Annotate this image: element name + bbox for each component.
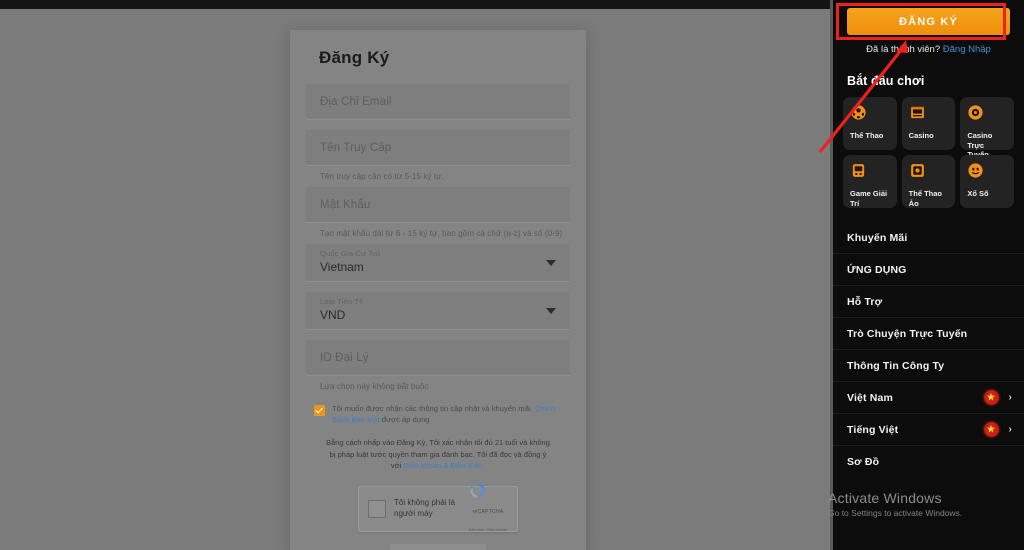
sidebar-item-so-do[interactable]: Sơ Đồ	[833, 446, 1024, 478]
password-field[interactable]: Mật Khẩu	[306, 187, 570, 223]
tile-the-thao-ao[interactable]: Thể Thao Ảo	[901, 155, 956, 208]
start-playing-heading: Bắt đầu chơi	[847, 74, 925, 88]
virtual-sports-icon	[909, 164, 926, 183]
watermark-subtitle: Go to Settings to activate Windows.	[828, 508, 963, 518]
sidebar-item-ho-tro[interactable]: Hỗ Trợ	[833, 286, 1024, 318]
sidebar-item-tro-chuyen-truc-tuyen[interactable]: Trò Chuyện Trực Tuyến	[833, 318, 1024, 350]
currency-select[interactable]: Loại Tiền Tệ VND	[306, 292, 570, 330]
agent-id-helper-text: Lựa chọn này không bắt buộc	[320, 382, 429, 391]
tile-label: Casino	[908, 131, 934, 140]
vietnam-flag-icon: ★	[983, 422, 999, 437]
chevron-right-icon[interactable]: ›	[1009, 392, 1012, 403]
agent-id-field[interactable]: ID Đại Lý	[306, 340, 570, 376]
recaptcha-checkbox[interactable]	[368, 499, 386, 518]
tile-xo-so[interactable]: Xổ Số	[960, 155, 1014, 208]
region-controls: ★ ›	[983, 390, 1012, 405]
menu-item-label: Hỗ Trợ	[847, 295, 883, 308]
field-gap	[306, 284, 570, 292]
star-glyph: ★	[986, 392, 996, 402]
language-controls: ★ ›	[983, 422, 1012, 437]
existing-member-prompt: Đã là thành viên? Đăng Nhập	[833, 35, 1024, 55]
sidebar-item-ung-dung[interactable]: ỨNG DỤNG	[833, 254, 1024, 286]
login-link[interactable]: Đăng Nhập	[943, 44, 991, 55]
email-field[interactable]: Địa Chỉ Email	[306, 84, 570, 120]
registration-modal: Đăng Ký Địa Chỉ Email Tên Truy Cập Tên t…	[290, 30, 586, 550]
currency-select-label: Loại Tiền Tệ	[320, 297, 364, 306]
menu-item-label: Việt Nam	[847, 391, 893, 404]
username-field[interactable]: Tên Truy Cập	[306, 130, 570, 166]
menu-item-label: Tiếng Việt	[847, 423, 899, 436]
terms-conditions-link[interactable]: Điều khoản & Điều Kiện.	[403, 461, 485, 470]
recaptcha-branding: reCAPTCHA Bảo mật - Điều khoản	[468, 481, 508, 536]
password-placeholder: Mật Khẩu	[320, 198, 371, 211]
menu-item-label: Sơ Đồ	[847, 456, 880, 468]
sidebar-menu: Khuyến Mãi ỨNG DỤNG Hỗ Trợ Trò Chuyện Tr…	[833, 222, 1024, 478]
roulette-icon	[967, 105, 984, 125]
field-gap	[306, 332, 570, 340]
agent-id-placeholder: ID Đại Lý	[320, 351, 369, 364]
screen-root: Đăng Ký Địa Chỉ Email Tên Truy Cập Tên t…	[0, 0, 1024, 550]
tile-label: Thể Thao Ảo	[908, 189, 942, 208]
submit-button-partial[interactable]	[390, 543, 486, 550]
recaptcha-brand-sub: Bảo mật - Điều khoản	[468, 527, 508, 532]
recaptcha-logo-icon	[468, 481, 508, 500]
soccer-ball-icon	[850, 105, 867, 125]
menu-item-label: ỨNG DỤNG	[847, 263, 907, 276]
username-placeholder: Tên Truy Cập	[320, 141, 392, 154]
sidebar-item-region-vietnam[interactable]: Việt Nam ★ ›	[833, 382, 1024, 414]
menu-item-label: Thông Tin Công Ty	[847, 359, 945, 372]
username-helper-text: Tên truy cập cần có từ 5-15 ký tự.	[320, 172, 444, 181]
lottery-ball-icon	[967, 163, 984, 183]
signup-zone: ĐĂNG KÝ	[833, 0, 1024, 40]
chevron-right-icon[interactable]: ›	[1009, 424, 1012, 435]
vietnam-flag-icon: ★	[983, 390, 999, 405]
sidebar-item-language-tieng-viet[interactable]: Tiếng Việt ★ ›	[833, 414, 1024, 446]
game-category-grid: Thể Thao Casino Casino Trực Game Giải Tr…	[833, 97, 1024, 208]
tile-the-thao[interactable]: Thể Thao	[843, 97, 897, 150]
sidebar-item-thong-tin-cong-ty[interactable]: Thông Tin Công Ty	[833, 350, 1024, 382]
tile-game-giai-tri[interactable]: Game Giải Trí	[843, 155, 897, 208]
tile-casino-truc-tuyen[interactable]: Casino Trực Tuyến	[960, 97, 1014, 159]
right-sidebar: ĐĂNG KÝ Đã là thành viên? Đăng Nhập Bắt …	[830, 0, 1024, 550]
menu-item-label: Khuyến Mãi	[847, 231, 908, 244]
country-select-value: Vietnam	[320, 260, 364, 274]
arcade-icon	[850, 164, 867, 183]
tile-label: Game Giải Trí	[850, 189, 888, 208]
chevron-down-icon[interactable]	[546, 308, 556, 314]
email-placeholder: Địa Chỉ Email	[320, 95, 392, 108]
modal-title: Đăng Ký	[319, 48, 390, 67]
consent-text-after: được áp dụng	[381, 415, 430, 424]
member-prompt-text: Đã là thành viên?	[866, 44, 941, 55]
currency-select-value: VND	[320, 308, 346, 322]
tile-casino[interactable]: Casino	[901, 97, 956, 150]
menu-item-label: Trò Chuyện Trực Tuyến	[847, 327, 968, 340]
terms-disclaimer: Bằng cách nhấp vào Đăng Ký, Tôi xác nhận…	[306, 425, 570, 472]
field-gap	[306, 122, 570, 130]
tile-label: Thể Thao	[850, 131, 884, 140]
marketing-consent-row[interactable]: Tôi muốn được nhận các thông tin cập nhậ…	[306, 397, 570, 425]
password-helper-text: Tạo mật khẩu dài từ 6 - 15 ký tự, bao gồ…	[320, 229, 563, 238]
watermark-title: Activate Windows	[828, 490, 942, 506]
consent-text-before: Tôi muốn được nhận các thông tin cập nhậ…	[332, 404, 533, 413]
chevron-down-icon[interactable]	[546, 260, 556, 266]
slot-machine-icon	[909, 106, 926, 125]
marketing-consent-checkbox[interactable]	[314, 405, 325, 416]
tile-label: Xổ Số	[967, 189, 989, 198]
signup-button[interactable]: ĐĂNG KÝ	[847, 8, 1010, 35]
country-select[interactable]: Quốc Gia Cư Trú Vietnam	[306, 244, 570, 282]
windows-activation-watermark: Activate Windows Go to Settings to activ…	[828, 490, 1024, 518]
recaptcha-brand-name: reCAPTCHA	[472, 509, 504, 515]
sidebar-item-khuyen-mai[interactable]: Khuyến Mãi	[833, 222, 1024, 254]
recaptcha-label: Tôi không phải là người máy	[394, 498, 455, 518]
recaptcha-widget[interactable]: Tôi không phải là người máy reCAPTCHA Bả…	[358, 483, 518, 532]
star-glyph: ★	[986, 424, 996, 434]
marketing-consent-text: Tôi muốn được nhận các thông tin cập nhậ…	[332, 403, 562, 425]
country-select-label: Quốc Gia Cư Trú	[320, 249, 381, 258]
recaptcha-widget-wrapper: Tôi không phải là người máy reCAPTCHA Bả…	[306, 472, 570, 532]
page-top-bar	[0, 0, 830, 9]
